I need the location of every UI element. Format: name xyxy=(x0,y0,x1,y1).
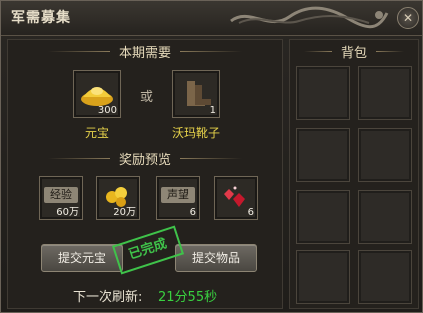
close-button[interactable]: ✕ xyxy=(397,7,419,29)
required-boots-qty: 1 xyxy=(209,105,216,116)
bag-slot[interactable] xyxy=(296,250,350,304)
dragon-ornament-icon xyxy=(230,6,389,29)
required-gold-qty: 300 xyxy=(97,105,117,116)
divider xyxy=(180,158,242,159)
reward-slot-reputation[interactable]: 声望 6 xyxy=(156,176,200,220)
submit-gold-button[interactable]: 提交元宝 xyxy=(41,244,123,272)
military-recruitment-window: 军需募集 ✕ 本期需要 300 或 1 元宝 沃玛靴子 奖励预览 经验 60万 … xyxy=(0,0,423,313)
reputation-scroll-icon: 声望 xyxy=(161,187,195,203)
divider xyxy=(304,51,332,52)
divider xyxy=(180,51,242,52)
reward-slot-gold[interactable]: 20万 xyxy=(96,176,140,220)
bag-slot[interactable] xyxy=(296,66,350,120)
experience-scroll-icon: 经验 xyxy=(44,187,78,203)
required-item-slot-boots[interactable]: 1 xyxy=(172,70,220,118)
refresh-countdown: 21分55秒 xyxy=(158,290,218,305)
reward-gem-qty: 6 xyxy=(247,207,254,218)
divider xyxy=(376,51,404,52)
left-panel: 本期需要 300 或 1 元宝 沃玛靴子 奖励预览 经验 60万 20万 声望 … xyxy=(7,39,283,309)
reward-slot-experience[interactable]: 经验 60万 xyxy=(39,176,83,220)
rewards-title: 奖励预览 xyxy=(118,153,171,168)
window-title: 军需募集 xyxy=(11,10,71,26)
or-text: 或 xyxy=(140,90,154,105)
reward-reputation-qty: 6 xyxy=(189,207,196,218)
bag-title: 背包 xyxy=(340,46,367,61)
title-bar[interactable]: 军需募集 ✕ xyxy=(1,1,422,36)
reward-gold-qty: 20万 xyxy=(113,207,136,218)
required-boots-name: 沃玛靴子 xyxy=(171,126,220,140)
bag-slot[interactable] xyxy=(296,128,350,182)
bag-slot[interactable] xyxy=(358,66,412,120)
requirements-title: 本期需要 xyxy=(118,46,171,61)
bag-slot[interactable] xyxy=(358,190,412,244)
bag-slot[interactable] xyxy=(296,190,350,244)
divider xyxy=(48,158,110,159)
divider xyxy=(48,51,110,52)
reward-experience-qty: 60万 xyxy=(56,207,79,218)
required-item-slot-gold[interactable]: 300 xyxy=(73,70,121,118)
required-gold-name: 元宝 xyxy=(84,126,109,140)
reward-slot-gem[interactable]: 6 xyxy=(214,176,258,220)
submit-item-button[interactable]: 提交物品 xyxy=(175,244,257,272)
bag-slot[interactable] xyxy=(358,128,412,182)
bag-slot[interactable] xyxy=(358,250,412,304)
refresh-label: 下一次刷新: xyxy=(73,290,143,305)
bag-panel: 背包 xyxy=(289,39,419,309)
